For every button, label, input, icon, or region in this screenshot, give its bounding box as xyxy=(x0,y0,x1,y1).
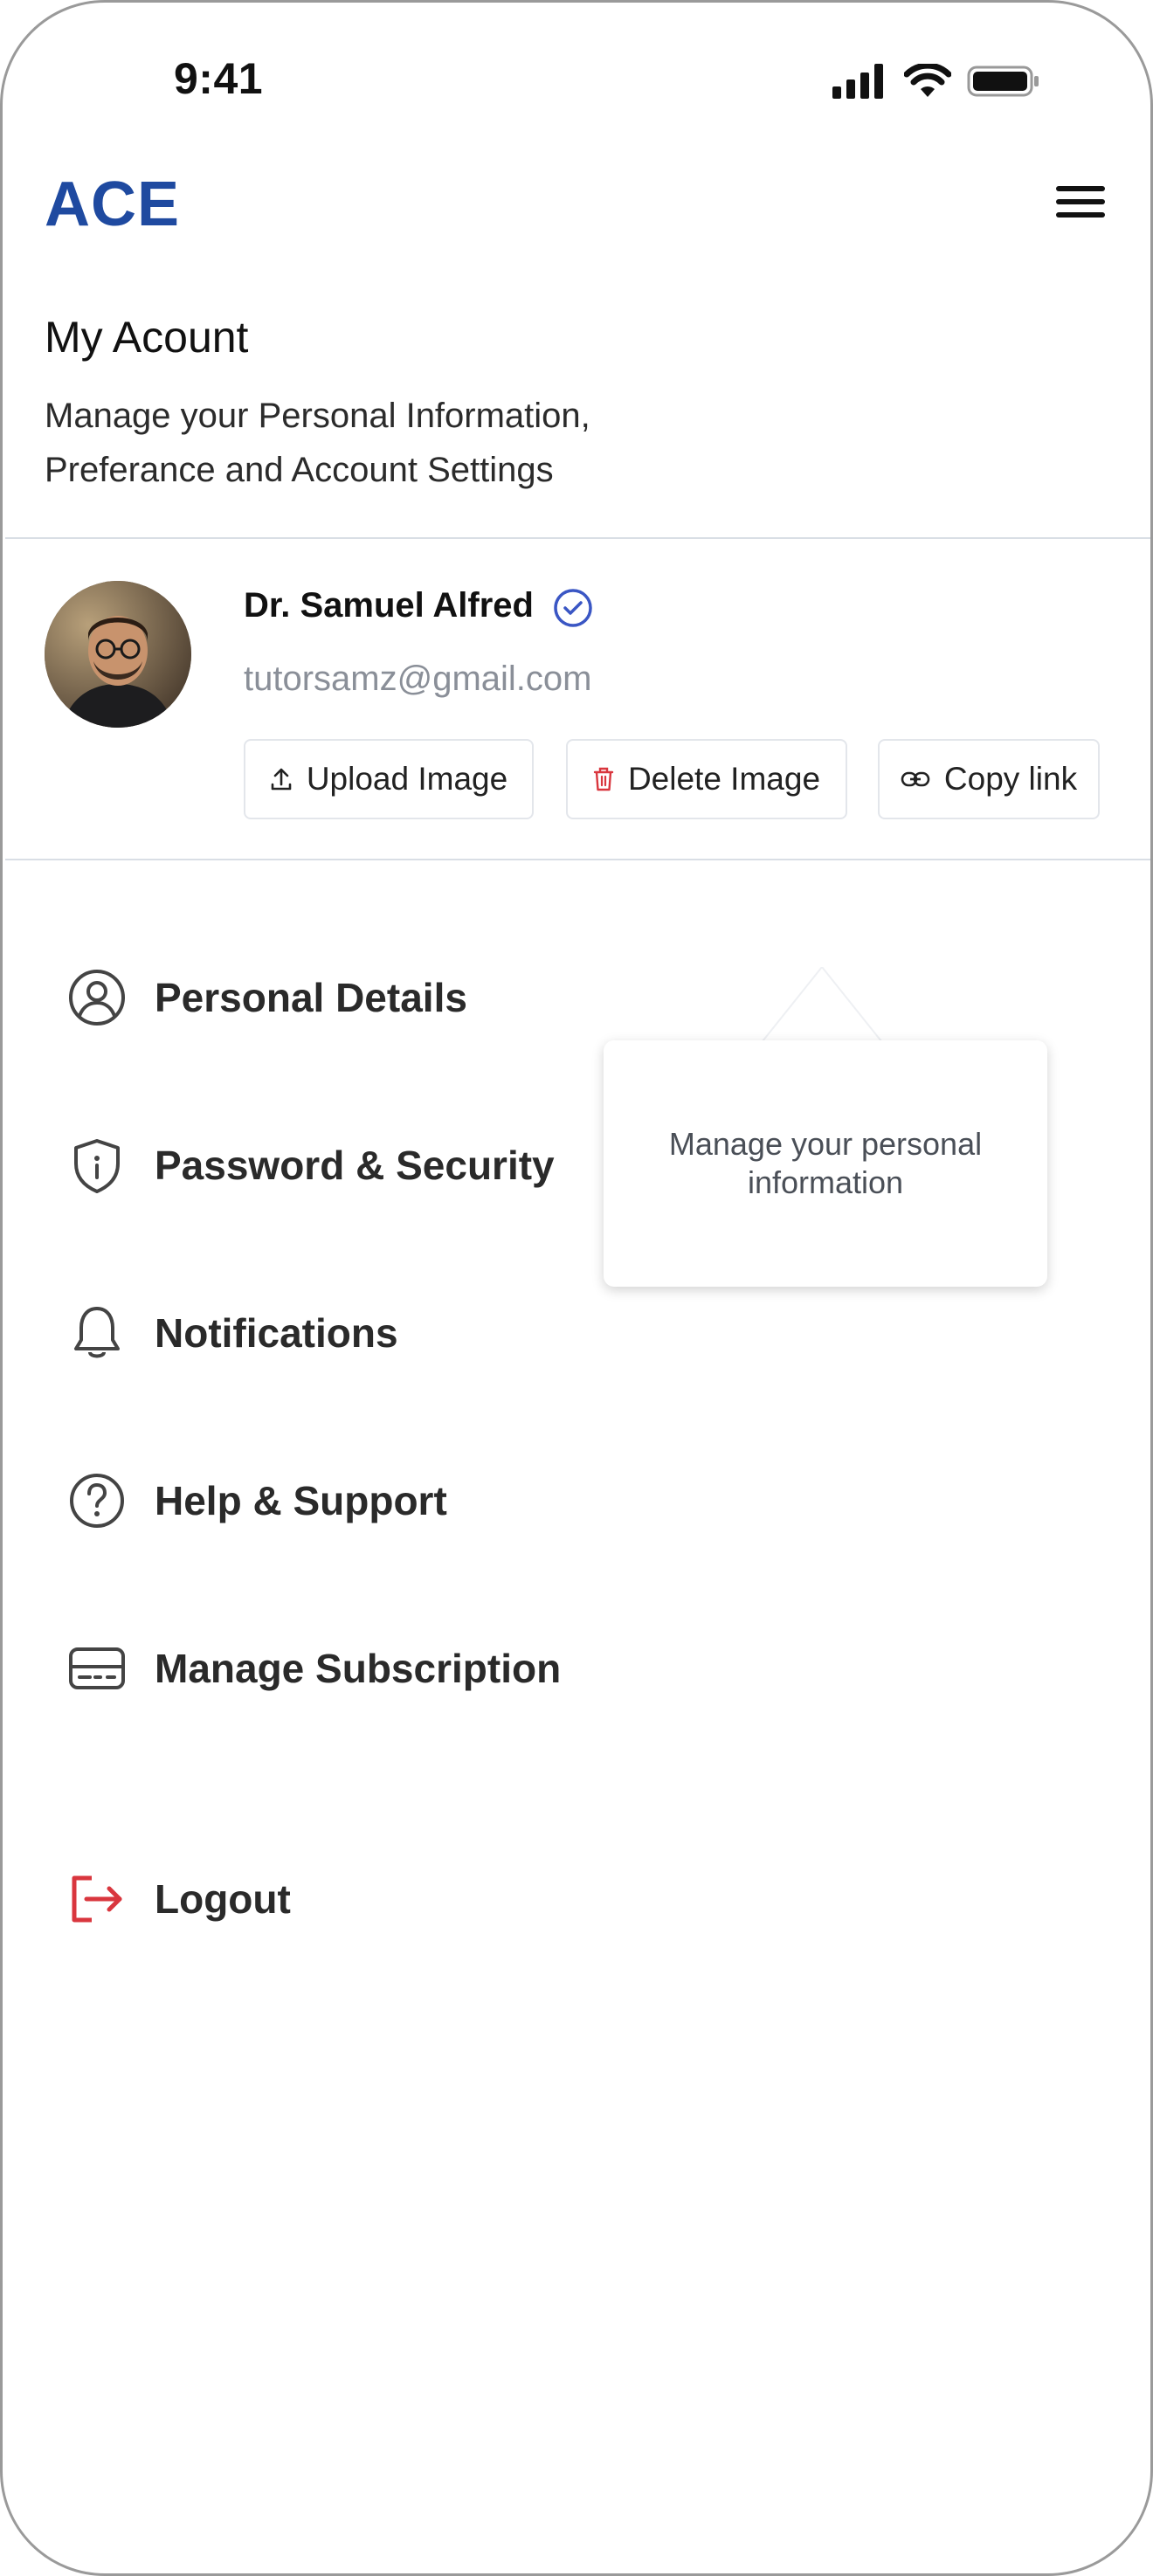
phone-frame: 9:41 ACE My Acount Manage your Personal … xyxy=(0,0,1153,2576)
menu-label-password-security: Password & Security xyxy=(155,1143,555,1188)
link-icon xyxy=(901,771,930,787)
app-logo[interactable]: ACE xyxy=(45,169,180,240)
status-time: 9:41 xyxy=(174,54,264,103)
menu-label-help-support: Help & Support xyxy=(155,1478,447,1523)
signal-icon xyxy=(832,64,883,99)
check-circle-icon xyxy=(554,589,592,627)
divider xyxy=(5,537,1150,539)
shield-icon xyxy=(74,1139,120,1193)
divider xyxy=(5,859,1150,860)
hamburger-menu-icon[interactable] xyxy=(1056,183,1108,221)
tooltip: Manage your personal information xyxy=(604,1040,1047,1287)
menu-item-password-security[interactable]: Password & Security xyxy=(66,1126,555,1205)
menu-item-notifications[interactable]: Notifications xyxy=(66,1294,398,1372)
copy-link-label: Copy link xyxy=(943,761,1078,797)
help-circle-icon xyxy=(70,1474,124,1528)
logout-button[interactable]: Logout xyxy=(66,1860,291,1938)
tooltip-text: Manage your personal information xyxy=(668,1126,983,1200)
upload-image-label: Upload Image xyxy=(306,761,508,797)
delete-image-button[interactable]: Delete Image xyxy=(566,739,847,819)
copy-link-button[interactable]: Copy link xyxy=(878,739,1100,819)
card-icon xyxy=(69,1647,125,1689)
menu-item-manage-subscription[interactable]: Manage Subscription xyxy=(66,1629,561,1708)
tooltip-arrow xyxy=(759,967,885,1046)
wifi-icon xyxy=(904,64,951,97)
menu-item-help-support[interactable]: Help & Support xyxy=(66,1461,447,1540)
upload-icon xyxy=(271,768,292,791)
menu-label-personal-details: Personal Details xyxy=(155,975,467,1020)
page-title: My Acount xyxy=(45,313,249,362)
logout-label: Logout xyxy=(155,1876,291,1922)
menu-label-notifications: Notifications xyxy=(155,1310,398,1356)
user-circle-icon xyxy=(69,970,125,1026)
logout-icon xyxy=(72,1875,122,1923)
menu-item-personal-details[interactable]: Personal Details xyxy=(66,958,467,1037)
battery-icon xyxy=(967,66,1039,97)
profile-email: tutorsamz@gmail.com xyxy=(244,660,592,698)
menu-label-manage-subscription: Manage Subscription xyxy=(155,1646,562,1691)
profile-name: Dr. Samuel Alfred xyxy=(244,586,534,625)
delete-image-label: Delete Image xyxy=(627,761,821,797)
page-subtitle: Manage your Personal Information, Prefer… xyxy=(45,397,590,489)
trash-icon xyxy=(593,767,614,791)
status-icons xyxy=(832,64,1042,99)
upload-image-button[interactable]: Upload Image xyxy=(244,739,534,819)
avatar[interactable] xyxy=(45,581,191,728)
bell-icon xyxy=(74,1307,120,1358)
